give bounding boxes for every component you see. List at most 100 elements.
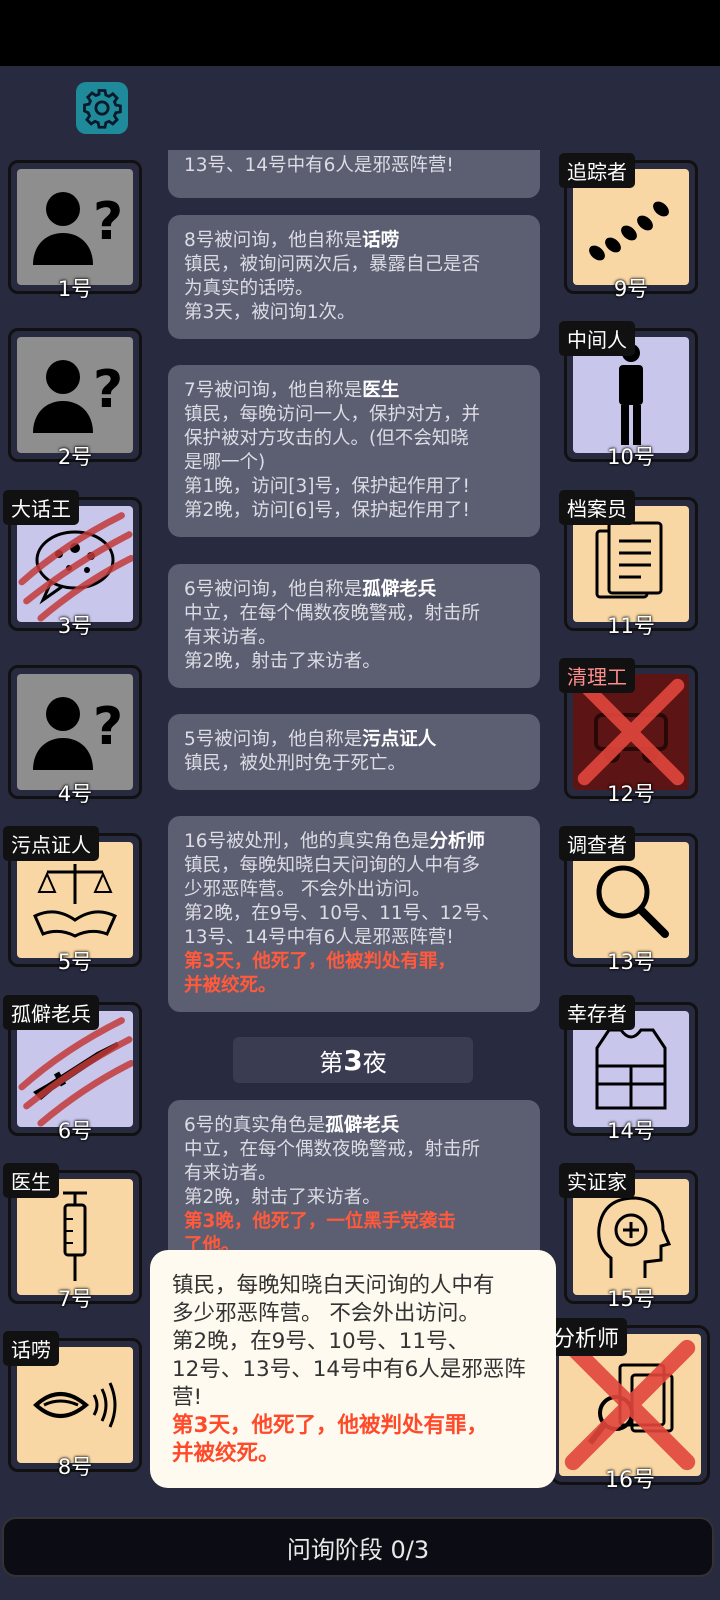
- role-tag: 实证家: [559, 1163, 635, 1198]
- message-card: 8号被问询，他自称是话唠 镇民，被询问两次后，暴露自己是否 为真实的话唠。 第3…: [168, 215, 540, 339]
- player-number: 9号: [613, 277, 649, 301]
- player-card-5[interactable]: 污点证人 5号: [3, 826, 142, 974]
- message-card: 16号被处刑，他的真实角色是分析师 镇民，每晚知晓白天问询的人中有多 少邪恶阵营…: [168, 816, 540, 1012]
- svg-text:?: ?: [93, 697, 121, 757]
- role-tooltip: 镇民，每晚知晓白天问询的人中有 多少邪恶阵营。 不会外出访问。 第2晚，在9号、…: [150, 1250, 556, 1488]
- message-text: 镇民，被询问两次后，暴露自己是否: [184, 254, 481, 275]
- player-card-2[interactable]: ? 2号: [8, 328, 142, 469]
- night-label: 第: [319, 1048, 344, 1077]
- player-card-8[interactable]: 话唠 8号: [3, 1331, 142, 1479]
- player-number: 15号: [607, 1287, 655, 1311]
- role-tag: 幸存者: [559, 995, 635, 1030]
- player-number: 10号: [607, 445, 655, 469]
- player-card-6[interactable]: 孤僻老兵 6号: [3, 995, 142, 1143]
- tooltip-death-notice: 第3天，他死了，他被判处有罪，: [172, 1413, 488, 1438]
- vest-icon: [595, 1028, 667, 1110]
- role-tag: 中间人: [559, 321, 635, 356]
- role-tag: 孤僻老兵: [3, 995, 99, 1030]
- true-role: 分析师: [429, 831, 486, 852]
- message-text: 16号被处刑，他的真实角色是: [184, 831, 430, 852]
- message-text: 第2晚，访问[6]号，保护起作用了!: [184, 500, 470, 521]
- message-card: 6号被问询，他自称是孤僻老兵 中立，在每个偶数夜晚警戒，射击所 有来访者。 第2…: [168, 564, 540, 688]
- player-number: 11号: [607, 614, 655, 638]
- message-text: 第2晚，射击了来访者。: [184, 651, 381, 672]
- tooltip-text: 镇民，每晚知晓白天问询的人中有: [172, 1273, 495, 1298]
- player-card-9[interactable]: 追踪者 9号: [559, 153, 698, 301]
- role-tag: 大话王: [3, 490, 79, 525]
- message-text: 有来访者。: [184, 627, 277, 648]
- standing-man-icon: [619, 344, 643, 445]
- message-text: 中立，在每个偶数夜晚警戒，射击所: [184, 1139, 481, 1160]
- player-card-13[interactable]: 调查者 13号: [559, 826, 698, 974]
- player-card-3[interactable]: 大话王 3号: [3, 490, 142, 638]
- scales-handshake-icon: [33, 864, 117, 938]
- role-tag: 话唠: [3, 1331, 59, 1366]
- player-card-10[interactable]: 中间人 10号: [559, 321, 698, 469]
- player-number: 5号: [57, 950, 93, 974]
- message-headline: 6号的真实角色是孤僻老兵: [184, 1114, 524, 1138]
- tooltip-death-notice: 并被绞死。: [172, 1441, 280, 1466]
- head-plus-icon: [597, 1196, 671, 1278]
- svg-text:?: ?: [93, 360, 121, 420]
- message-card: 7号被问询，他自称是医生 镇民，每晚访问一人，保护对方，并 保护被对方攻击的人。…: [168, 365, 540, 537]
- unknown-person-icon: ?: [33, 192, 121, 265]
- role-tag: 分析师: [545, 1318, 628, 1356]
- player-number: 13号: [607, 950, 655, 974]
- message-text: 有来访者。: [184, 1163, 277, 1184]
- death-notice: 并被绞死。: [184, 975, 277, 996]
- player-card-11[interactable]: 档案员 11号: [559, 490, 698, 638]
- role-tag: 医生: [3, 1163, 59, 1198]
- claimed-role: 医生: [362, 380, 400, 401]
- message-headline: 5号被问询，他自称是污点证人: [184, 728, 524, 752]
- message-text: 8号被问询，他自称是: [184, 230, 363, 251]
- player-number: 6号: [57, 1119, 93, 1143]
- svg-text:?: ?: [93, 192, 121, 252]
- tooltip-text: 第2晚，在9号、10号、11号、: [172, 1329, 470, 1354]
- message-headline: 16号被处刑，他的真实角色是分析师: [184, 830, 524, 854]
- player-card-14[interactable]: 幸存者 14号: [559, 995, 698, 1143]
- death-notice: 第3晚，他死了，一位黑手党袭击: [184, 1211, 456, 1232]
- message-text: 第3天，被问询1次。: [184, 302, 356, 323]
- message-text: 第1晚，访问[3]号，保护起作用了!: [184, 476, 470, 497]
- night-number: 3: [343, 1043, 363, 1077]
- message-text: 第2晚，射击了来访者。: [184, 1187, 381, 1208]
- player-number: 3号: [57, 614, 93, 638]
- night-label: 夜: [362, 1048, 387, 1077]
- true-role: 孤僻老兵: [325, 1115, 400, 1136]
- message-text: 5号被问询，他自称是: [184, 729, 363, 750]
- player-card-12[interactable]: 清理工 12号: [559, 658, 698, 806]
- player-number: 14号: [607, 1119, 655, 1143]
- message-headline: 7号被问询，他自称是医生: [184, 379, 524, 403]
- tooltip-text: 12号、13号、14号中有6人是邪恶阵: [172, 1357, 526, 1382]
- player-card-1[interactable]: ? 1号: [8, 160, 142, 301]
- player-number: 7号: [57, 1287, 93, 1311]
- phase-label: 问询阶段 0/3: [286, 1535, 430, 1564]
- player-card-16[interactable]: 分析师 16号: [545, 1318, 710, 1493]
- footprints-icon: [589, 201, 669, 261]
- claimed-role: 污点证人: [362, 729, 437, 750]
- message-text: 镇民，每晚知晓白天问询的人中有多: [184, 855, 481, 876]
- message-text: 7号被问询，他自称是: [184, 380, 363, 401]
- unknown-person-icon: ?: [33, 697, 121, 770]
- role-tag: 污点证人: [3, 826, 99, 861]
- message-text: 中立，在每个偶数夜晚警戒，射击所: [184, 603, 481, 624]
- message-text: 13号、14号中有6人是邪恶阵营!: [184, 927, 454, 948]
- player-number: 4号: [57, 782, 93, 806]
- player-card-4[interactable]: ? 4号: [8, 665, 142, 806]
- message-text: 镇民，被处刑时免于死亡。: [184, 753, 407, 774]
- status-bar: [0, 0, 720, 66]
- syringe-icon: [63, 1191, 87, 1281]
- player-card-7[interactable]: 医生 7号: [3, 1163, 142, 1311]
- tooltip-text: 营!: [172, 1385, 203, 1410]
- message-text: 是哪一个): [184, 452, 266, 473]
- settings-button[interactable]: [76, 82, 128, 134]
- player-card-15[interactable]: 实证家 15号: [559, 1163, 698, 1311]
- claimed-role: 孤僻老兵: [362, 579, 437, 600]
- player-number: 8号: [57, 1455, 93, 1479]
- night-divider: 第3夜: [233, 1037, 473, 1083]
- message-text: 13号、14号中有6人是邪恶阵营!: [184, 155, 454, 176]
- message-text: 6号的真实角色是: [184, 1115, 326, 1136]
- death-notice: 第3天，他死了，他被判处有罪，: [184, 951, 456, 972]
- message-text: 保护被对方攻击的人。(但不会知晓: [184, 428, 469, 449]
- message-text: 第2晚，在9号、10号、11号、12号、: [184, 903, 501, 924]
